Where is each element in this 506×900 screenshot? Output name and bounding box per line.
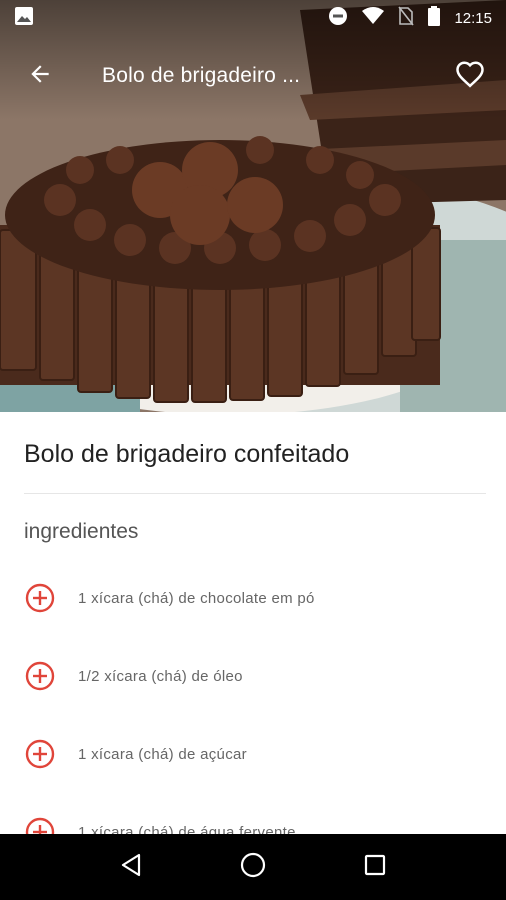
recents-square-icon bbox=[363, 853, 387, 881]
ingredient-label: 1/2 xícara (chá) de óleo bbox=[78, 667, 243, 685]
favorite-button[interactable] bbox=[444, 50, 496, 102]
image-icon bbox=[14, 6, 34, 30]
toolbar-title: Bolo de brigadeiro ... bbox=[102, 64, 301, 87]
ingredient-item[interactable]: 1 xícara (chá) de água fervente bbox=[0, 802, 506, 834]
add-circle-icon[interactable] bbox=[24, 582, 56, 614]
wifi-icon bbox=[362, 7, 385, 29]
ingredient-label: 1 xícara (chá) de açúcar bbox=[78, 745, 247, 763]
system-navigation-bar bbox=[0, 834, 506, 900]
add-circle-icon[interactable] bbox=[24, 660, 56, 692]
nav-back-button[interactable] bbox=[107, 843, 155, 891]
recipe-content: Bolo de brigadeiro confeitado ingredient… bbox=[0, 412, 506, 834]
nav-home-button[interactable] bbox=[229, 843, 277, 891]
recipe-title: Bolo de brigadeiro confeitado bbox=[24, 440, 350, 468]
home-circle-icon bbox=[239, 851, 267, 883]
ingredient-item[interactable]: 1 xícara (chá) de chocolate em pó bbox=[0, 568, 506, 628]
do-not-disturb-icon bbox=[328, 6, 348, 30]
add-circle-icon[interactable] bbox=[24, 816, 56, 834]
ingredient-item[interactable]: 1 xícara (chá) de açúcar bbox=[0, 724, 506, 784]
add-circle-icon[interactable] bbox=[24, 738, 56, 770]
ingredient-item[interactable]: 1/2 xícara (chá) de óleo bbox=[0, 646, 506, 706]
status-time: 12:15 bbox=[454, 9, 492, 27]
battery-icon bbox=[428, 6, 441, 30]
back-triangle-icon bbox=[118, 852, 144, 882]
ingredients-heading: ingredientes bbox=[24, 520, 139, 543]
status-bar: 12:15 bbox=[0, 0, 506, 36]
arrow-back-icon bbox=[27, 61, 53, 91]
nav-recents-button[interactable] bbox=[351, 843, 399, 891]
heart-outline-icon bbox=[455, 60, 485, 92]
ingredient-label: 1 xícara (chá) de chocolate em pó bbox=[78, 589, 315, 607]
title-divider bbox=[24, 493, 486, 494]
top-app-bar: Bolo de brigadeiro ... bbox=[0, 48, 506, 104]
back-button[interactable] bbox=[12, 48, 68, 104]
no-sim-icon bbox=[398, 6, 415, 30]
ingredient-label: 1 xícara (chá) de água fervente bbox=[78, 823, 296, 835]
